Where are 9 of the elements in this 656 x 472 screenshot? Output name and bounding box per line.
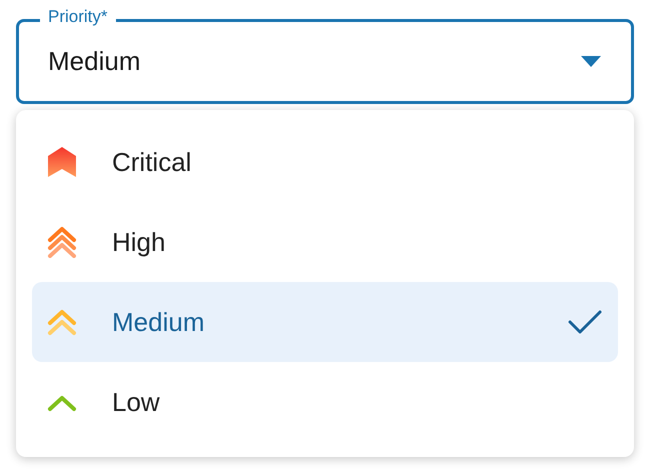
selected-value: Medium — [48, 46, 142, 77]
critical-priority-icon — [47, 146, 77, 178]
checkmark-icon — [568, 309, 602, 335]
priority-select[interactable]: Priority* Medium — [16, 6, 634, 104]
menu-option[interactable]: High — [32, 202, 618, 282]
high-priority-icon — [47, 226, 77, 258]
menu-option[interactable]: Medium — [32, 282, 618, 362]
menu-option[interactable]: Low — [32, 362, 618, 442]
menu-option[interactable]: Critical — [32, 122, 618, 202]
